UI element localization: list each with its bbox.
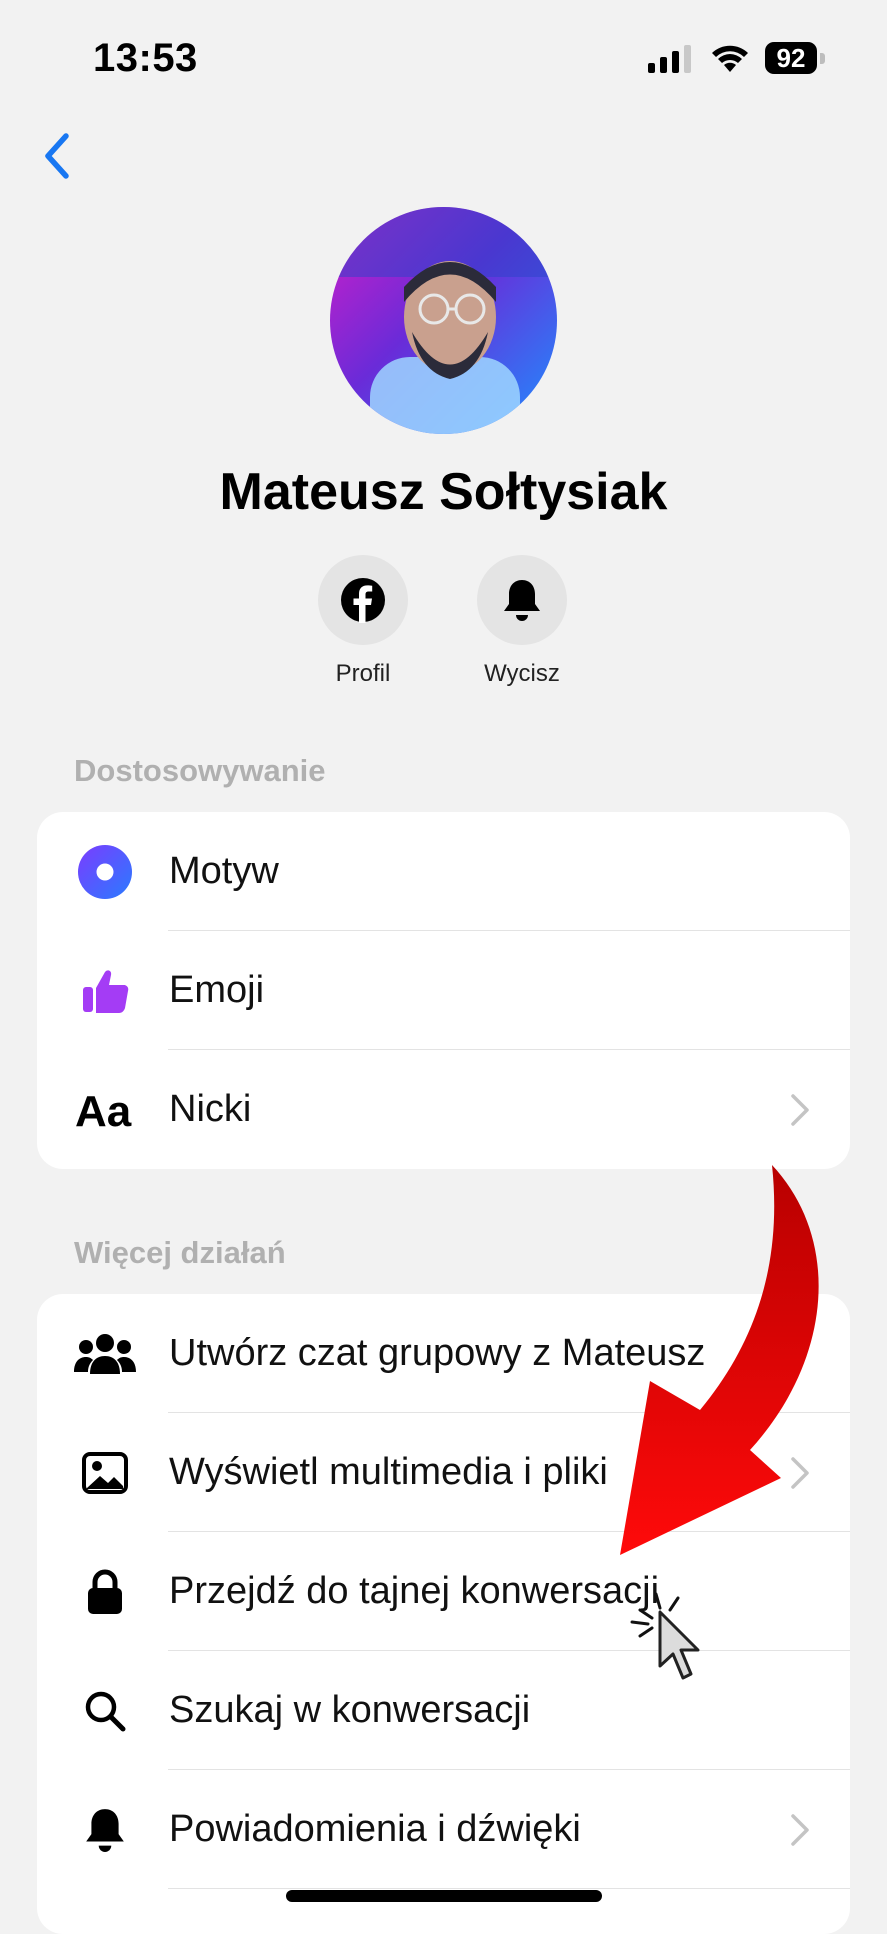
mute-label: Wycisz <box>484 660 560 687</box>
wifi-icon <box>712 45 748 72</box>
contact-name: Mateusz Sołtysiak <box>219 463 668 521</box>
more-actions-card: Utwórz czat grupowy z Mateusz Wyświetl m… <box>37 1294 850 1934</box>
list-item-label: Nicki <box>169 1088 252 1130</box>
list-item-label: Wyświetl multimedia i pliki <box>169 1451 608 1493</box>
chevron-right-icon <box>791 1457 809 1489</box>
list-item-label: Emoji <box>169 969 265 1011</box>
list-item-label: Przejdź do tajnej konwersacji <box>169 1570 660 1612</box>
home-indicator[interactable] <box>286 1890 602 1902</box>
status-time: 13:53 <box>93 36 198 80</box>
list-item-label: Powiadomienia i dźwięki <box>169 1808 581 1850</box>
list-item-nicknames[interactable]: Aa Nicki <box>37 1050 850 1169</box>
search-icon <box>73 1679 137 1743</box>
svg-text:Aa: Aa <box>75 1088 132 1132</box>
profile-label: Profil <box>335 660 391 687</box>
profile-action[interactable]: Profil <box>303 555 423 688</box>
list-item-search-conversation[interactable]: Szukaj w konwersacji <box>37 1651 850 1770</box>
list-item-label: Szukaj w konwersacji <box>169 1689 531 1731</box>
thumbs-up-icon <box>73 959 137 1023</box>
lock-icon <box>73 1560 137 1624</box>
bell-icon <box>73 1798 137 1862</box>
back-chevron-icon[interactable] <box>38 128 78 184</box>
theme-circle-icon <box>73 840 137 904</box>
group-icon <box>73 1322 137 1386</box>
avatar[interactable] <box>330 207 557 434</box>
mute-button[interactable] <box>477 555 567 645</box>
list-item-create-group[interactable]: Utwórz czat grupowy z Mateusz <box>37 1294 850 1413</box>
chevron-right-icon <box>791 1814 809 1846</box>
list-item-notifications[interactable]: Powiadomienia i dźwięki <box>37 1770 850 1889</box>
list-item-secret-conversation[interactable]: Przejdź do tajnej konwersacji <box>37 1532 850 1651</box>
profile-button[interactable] <box>318 555 408 645</box>
section-title-more-actions: Więcej działań <box>74 1235 286 1270</box>
customization-card: Motyw Emoji Aa Nicki <box>37 812 850 1169</box>
list-item-label: Utwórz czat grupowy z Mateusz <box>169 1332 706 1374</box>
battery-indicator: 92 <box>765 42 827 76</box>
list-item-emoji[interactable]: Emoji <box>37 931 850 1050</box>
mute-action[interactable]: Wycisz <box>462 555 582 688</box>
section-title-customization: Dostosowywanie <box>74 753 326 788</box>
list-item-media-files[interactable]: Wyświetl multimedia i pliki <box>37 1413 850 1532</box>
list-item-theme[interactable]: Motyw <box>37 812 850 931</box>
font-aa-icon: Aa <box>73 1078 137 1142</box>
image-icon <box>73 1441 137 1505</box>
facebook-icon <box>341 578 385 623</box>
chevron-right-icon <box>791 1094 809 1126</box>
list-item-label: Motyw <box>169 850 279 892</box>
bell-icon <box>504 580 540 621</box>
cellular-signal-icon <box>648 45 691 73</box>
battery-level: 92 <box>765 42 817 74</box>
status-bar: 13:53 92 <box>0 0 887 120</box>
